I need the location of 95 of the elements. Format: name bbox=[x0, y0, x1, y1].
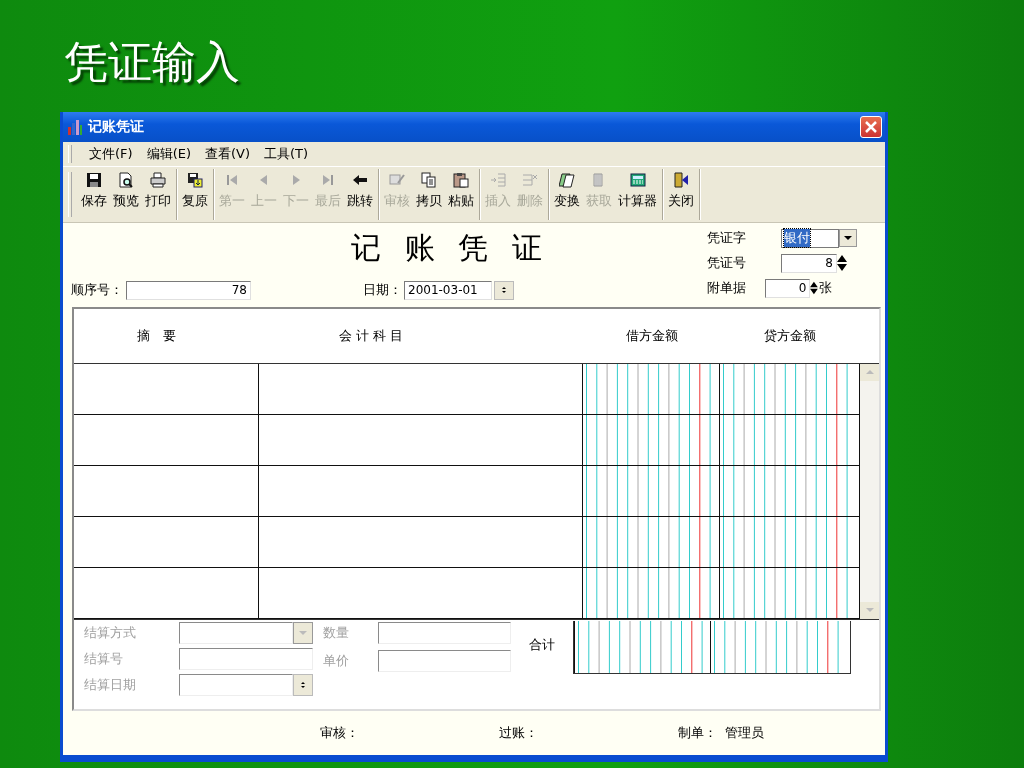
clipboard-icon bbox=[453, 172, 469, 188]
toolbar-button[interactable]: 拷贝 bbox=[415, 169, 443, 220]
field-label: 结算日期 bbox=[84, 675, 137, 694]
dropdown-field[interactable] bbox=[179, 621, 293, 644]
field-label: 顺序号： bbox=[71, 281, 123, 300]
column-header: 会 计 科 目 bbox=[259, 308, 583, 364]
insert-rows-icon bbox=[490, 172, 506, 188]
field-label: 日期： bbox=[363, 281, 402, 300]
dropdown-field[interactable]: 银付 bbox=[781, 228, 839, 248]
table-cell[interactable] bbox=[583, 363, 720, 415]
signature-label: 制单： bbox=[678, 724, 717, 743]
skip-first-icon bbox=[224, 172, 240, 188]
spinner-button[interactable] bbox=[293, 673, 313, 696]
table-cell[interactable] bbox=[583, 414, 720, 466]
field-label: 凭证字 bbox=[707, 229, 747, 247]
signature-label: 审核： bbox=[320, 724, 359, 743]
date-field[interactable] bbox=[179, 673, 293, 696]
page-magnifier-icon bbox=[118, 172, 134, 188]
toolbar-button[interactable]: 复原 bbox=[181, 169, 209, 220]
dropdown-button[interactable] bbox=[839, 229, 857, 247]
table-cell[interactable] bbox=[259, 465, 583, 517]
field-label: 结算号 bbox=[84, 649, 124, 668]
unit-label: 张 bbox=[819, 279, 834, 297]
table-cell[interactable] bbox=[720, 516, 860, 568]
table-cell[interactable] bbox=[720, 414, 860, 466]
table-cell[interactable] bbox=[583, 465, 720, 517]
table-cell[interactable] bbox=[259, 363, 583, 415]
slide-title: 凭证输入 bbox=[64, 35, 240, 89]
spinner-arrows-icon bbox=[501, 286, 507, 295]
total-label: 合计 bbox=[529, 635, 555, 654]
calculator-icon bbox=[629, 172, 646, 188]
input-field[interactable] bbox=[378, 621, 511, 644]
input-field[interactable]: 8 bbox=[781, 253, 837, 273]
bar-chart-icon bbox=[67, 119, 83, 135]
menu-item[interactable]: 查看(V) bbox=[204, 145, 252, 163]
table-cell[interactable] bbox=[259, 414, 583, 466]
caret-up-icon bbox=[865, 370, 874, 375]
toolbar-button[interactable]: 粘贴 bbox=[447, 169, 475, 220]
scrollbar[interactable] bbox=[860, 363, 879, 619]
column-header: 贷方金额 bbox=[720, 308, 860, 364]
voucher-title: 记 账 凭 证 bbox=[351, 229, 542, 267]
signature-label: 过账： bbox=[499, 724, 538, 743]
toolbar-button[interactable]: 打印 bbox=[144, 169, 172, 220]
table-cell[interactable] bbox=[720, 567, 860, 619]
table-cell[interactable] bbox=[74, 363, 259, 415]
field-label: 数量 bbox=[323, 623, 350, 642]
caret-down-icon bbox=[865, 608, 874, 613]
close-button[interactable] bbox=[860, 116, 882, 138]
door-icon bbox=[673, 172, 689, 188]
table-cell[interactable] bbox=[74, 465, 259, 517]
column-header: 摘 要 bbox=[74, 308, 259, 364]
delete-rows-icon bbox=[522, 172, 538, 188]
column-header: 借方金额 bbox=[583, 308, 720, 364]
caret-down-icon bbox=[844, 236, 852, 240]
table-cell[interactable] bbox=[583, 516, 720, 568]
close-icon bbox=[864, 120, 878, 134]
input-field[interactable]: 78 bbox=[126, 280, 251, 300]
toolbar-button[interactable]: 变换 bbox=[553, 169, 581, 220]
field-label: 单价 bbox=[323, 651, 350, 670]
table-cell[interactable] bbox=[720, 363, 860, 415]
printer-icon bbox=[150, 172, 166, 188]
caret-down-icon bbox=[299, 630, 307, 635]
skip-last-icon bbox=[320, 172, 336, 188]
input-field[interactable] bbox=[179, 647, 313, 670]
table-cell[interactable] bbox=[74, 516, 259, 568]
field-label: 附单据 bbox=[707, 279, 747, 297]
menu-item[interactable]: 编辑(E) bbox=[145, 145, 192, 163]
floppy-arrow-icon bbox=[187, 172, 203, 188]
spinner-arrows-icon bbox=[837, 255, 847, 271]
toolbar-button[interactable]: 预览 bbox=[112, 169, 140, 220]
copy-icon bbox=[421, 172, 437, 188]
menu-item[interactable]: 工具(T) bbox=[263, 145, 310, 163]
spinner-arrows-icon bbox=[300, 680, 306, 689]
toolbar-button[interactable]: 跳转 bbox=[346, 169, 374, 220]
signature-value: 管理员 bbox=[725, 724, 764, 743]
input-field[interactable] bbox=[378, 649, 511, 672]
spinner-button[interactable] bbox=[494, 280, 514, 300]
table-cell[interactable] bbox=[74, 567, 259, 619]
toolbar-button[interactable]: 关闭 bbox=[667, 169, 695, 220]
table-cell[interactable] bbox=[583, 567, 720, 619]
table-cell[interactable] bbox=[74, 414, 259, 466]
window-title: 记账凭证 bbox=[88, 118, 145, 136]
toolbar-button[interactable]: 保存 bbox=[80, 169, 108, 220]
spinner-arrows-icon bbox=[810, 280, 819, 296]
table-cell[interactable] bbox=[259, 516, 583, 568]
field-label: 结算方式 bbox=[84, 623, 137, 642]
field-label: 凭证号 bbox=[707, 254, 747, 272]
table-cell[interactable] bbox=[259, 567, 583, 619]
input-field[interactable]: 0 bbox=[764, 278, 811, 298]
arrow-left-icon bbox=[352, 172, 368, 188]
toolbar-button[interactable]: 计算器 bbox=[617, 169, 658, 220]
date-field[interactable]: 2001-03-01 bbox=[404, 280, 492, 300]
menu-item[interactable]: 文件(F) bbox=[88, 145, 134, 163]
cards-icon bbox=[559, 172, 575, 188]
table-cell[interactable] bbox=[720, 465, 860, 517]
